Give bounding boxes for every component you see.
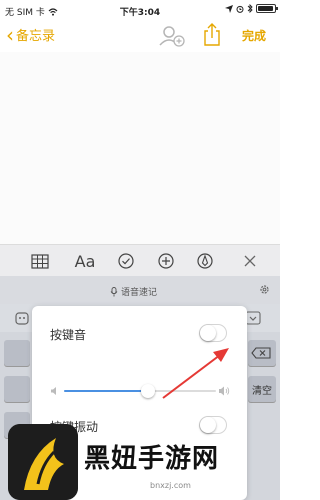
watermark-title: 黑妞手游网 — [84, 444, 220, 474]
watermark: 黑妞手游网 bnxzj.com — [0, 416, 280, 500]
site-logo — [8, 424, 78, 500]
watermark-url: bnxzj.com — [150, 481, 191, 490]
